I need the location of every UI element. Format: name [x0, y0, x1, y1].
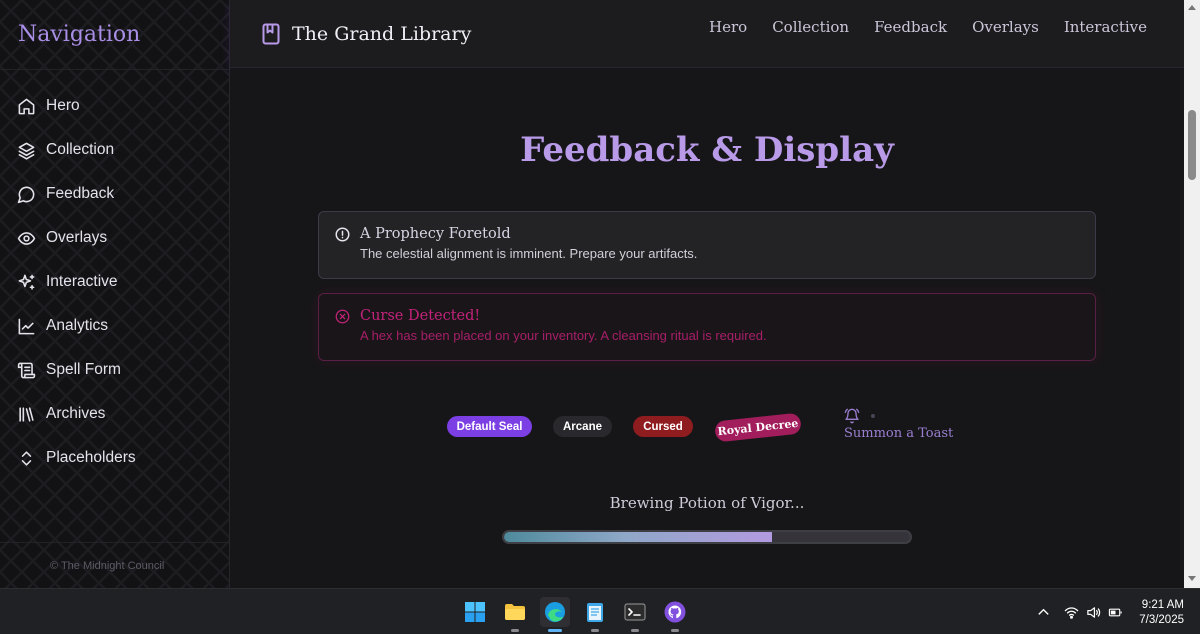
sidebar-item-label: Analytics [46, 317, 109, 334]
alert-circle-icon [335, 227, 350, 241]
taskbar-clock[interactable]: 9:21 AM 7/3/2025 [1139, 598, 1184, 628]
home-icon [18, 98, 35, 114]
clock-time: 9:21 AM [1141, 599, 1184, 611]
top-nav-overlays[interactable]: Overlays [972, 18, 1039, 36]
sidebar-item-analytics[interactable]: Analytics [0, 304, 229, 348]
sidebar-title: Navigation [0, 0, 229, 70]
error-alert-description: A hex has been placed on your inventory.… [360, 328, 767, 343]
eye-icon [17, 231, 36, 245]
badge-arcane: Arcane [553, 416, 612, 437]
top-header: The Grand Library Hero Collection Feedba… [230, 0, 1184, 68]
summon-toast-label: Summon a Toast [844, 426, 954, 441]
speaker-icon [1087, 606, 1101, 618]
tray-battery[interactable] [1108, 589, 1123, 634]
book-icon [262, 23, 280, 44]
github-icon [664, 601, 686, 623]
sidebar-nav: Hero Collection Feedback Overlays Intera… [0, 70, 229, 480]
taskbar-indicator [671, 629, 679, 632]
sidebar-item-archives[interactable]: Archives [0, 392, 229, 436]
wifi-icon [1064, 606, 1079, 619]
sidebar-item-label: Archives [46, 405, 106, 422]
error-alert-title: Curse Detected! [360, 308, 481, 324]
windows-start-icon [465, 602, 485, 622]
tray-network[interactable] [1064, 589, 1079, 634]
brand[interactable]: The Grand Library [262, 23, 471, 45]
line-chart-icon [18, 318, 35, 334]
scroll-down-arrow-icon[interactable] [1188, 574, 1196, 582]
sidebar-item-label: Placeholders [46, 449, 136, 466]
sidebar-item-label: Feedback [46, 185, 115, 202]
badge-royal-decree: Royal Decree [714, 412, 802, 443]
sidebar: Navigation Hero Collection Feedback Over… [0, 0, 230, 588]
top-nav-hero[interactable]: Hero [709, 18, 747, 36]
scroll-icon [17, 362, 36, 378]
taskbar-github[interactable] [660, 597, 690, 632]
sidebar-item-feedback[interactable]: Feedback [0, 172, 229, 216]
sidebar-item-label: Overlays [46, 229, 108, 246]
taskbar-indicator [631, 629, 639, 632]
file-explorer-icon [505, 604, 525, 620]
library-icon [19, 406, 34, 422]
taskbar-indicator [548, 629, 562, 632]
sidebar-item-label: Interactive [46, 273, 118, 290]
scroll-up-arrow-icon[interactable] [1188, 4, 1196, 12]
sidebar-item-placeholders[interactable]: Placeholders [0, 436, 229, 480]
taskbar-terminal[interactable] [620, 597, 650, 632]
progress-bar [502, 530, 912, 544]
notepad-icon [587, 603, 603, 622]
battery-icon [1108, 608, 1122, 616]
sidebar-item-label: Spell Form [46, 361, 121, 378]
taskbar-file-explorer[interactable] [500, 597, 530, 632]
sidebar-footer: © The Midnight Council [0, 542, 229, 588]
info-alert: A Prophecy Foretold The celestial alignm… [318, 211, 1096, 279]
chevron-up-icon [1038, 608, 1049, 615]
summon-toast-button[interactable]: Summon a Toast [844, 408, 953, 441]
scroll-thumb[interactable] [1188, 110, 1196, 180]
main-content: Feedback & Display A Prophecy Foretold T… [230, 68, 1184, 588]
toast-indicator-dot [871, 414, 875, 418]
taskbar-indicator [591, 629, 599, 632]
top-nav-collection[interactable]: Collection [772, 18, 849, 36]
taskbar-edge[interactable] [540, 597, 570, 632]
top-nav: Hero Collection Feedback Overlays Intera… [709, 18, 1147, 36]
progress-fill [504, 532, 772, 542]
brand-name: The Grand Library [292, 22, 472, 45]
sidebar-item-spell-form[interactable]: Spell Form [0, 348, 229, 392]
info-alert-title: A Prophecy Foretold [360, 226, 511, 242]
sidebar-item-label: Hero [46, 97, 80, 114]
badge-cursed: Cursed [633, 416, 693, 437]
x-circle-icon [335, 309, 350, 323]
sidebar-item-hero[interactable]: Hero [0, 84, 229, 128]
sidebar-item-interactive[interactable]: Interactive [0, 260, 229, 304]
taskbar: 9:21 AM 7/3/2025 [0, 588, 1200, 634]
page-scrollbar[interactable] [1184, 0, 1200, 588]
clock-date: 7/3/2025 [1139, 614, 1184, 626]
tray-volume[interactable] [1086, 589, 1101, 634]
tray-overflow-button[interactable] [1036, 589, 1051, 634]
sparkles-icon [18, 274, 35, 290]
page-title: Feedback & Display [520, 130, 894, 170]
edge-browser-icon [545, 602, 565, 622]
badge-default-seal: Default Seal [447, 416, 532, 437]
message-icon [17, 186, 35, 203]
progress-label: Brewing Potion of Vigor... [609, 494, 805, 512]
sidebar-item-label: Collection [46, 141, 115, 158]
layers-icon [18, 142, 35, 160]
info-alert-description: The celestial alignment is imminent. Pre… [360, 246, 698, 261]
error-alert: Curse Detected! A hex has been placed on… [318, 293, 1096, 361]
top-nav-feedback[interactable]: Feedback [874, 18, 947, 36]
taskbar-indicator [511, 629, 519, 632]
sidebar-item-collection[interactable]: Collection [0, 128, 229, 172]
taskbar-notepad[interactable] [580, 597, 610, 632]
bell-icon [844, 408, 860, 424]
taskbar-start[interactable] [460, 597, 490, 627]
terminal-icon [624, 603, 646, 621]
sidebar-item-overlays[interactable]: Overlays [0, 216, 229, 260]
top-nav-interactive[interactable]: Interactive [1064, 18, 1147, 36]
chevrons-up-down-icon [21, 450, 32, 466]
